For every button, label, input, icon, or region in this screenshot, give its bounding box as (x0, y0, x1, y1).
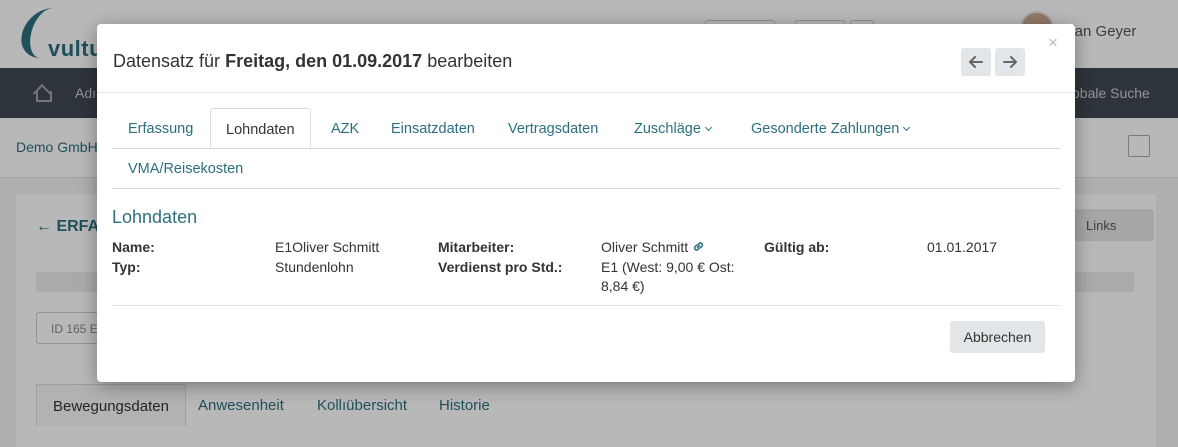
tab-label: Vertragsdaten (508, 121, 599, 137)
tab-erfassung[interactable]: Erfassung (128, 108, 193, 148)
edit-record-modal: Datensatz für Freitag, den 01.09.2017 be… (97, 24, 1075, 382)
verdienst-label: Verdienst pro Std.: (438, 259, 563, 275)
tab-divider (112, 148, 1061, 149)
typ-value: Stundenlohn (275, 259, 354, 275)
modal-header: Datensatz für Freitag, den 01.09.2017 be… (97, 24, 1075, 93)
modal-title-prefix: Datensatz für (113, 51, 221, 71)
tab-label: VMA/Reisekosten (128, 161, 244, 177)
tab-vertragsdaten[interactable]: Vertragsdaten (508, 108, 598, 148)
tab-label: Lohndaten (226, 122, 295, 138)
modal-title-suffix: bearbeiten (427, 51, 513, 71)
cancel-button[interactable]: Abbrechen (950, 321, 1045, 353)
tab-azk[interactable]: AZK (331, 108, 359, 148)
close-icon[interactable]: × (1048, 34, 1058, 51)
tab-einsatzdaten[interactable]: Einsatzdaten (391, 108, 475, 148)
tab-zuschlaege[interactable]: Zuschläge (634, 108, 712, 148)
tab-gesonderte-zahlungen[interactable]: Gesonderte Zahlungen (751, 108, 911, 148)
verdienst-value: E1 (West: 9,00 € Ost: 8,84 €) (601, 259, 735, 294)
chevron-down-icon (704, 123, 712, 132)
modal-title: Datensatz für Freitag, den 01.09.2017 be… (113, 51, 512, 72)
name-label: Name: (112, 239, 155, 255)
modal-title-date: Freitag, den 01.09.2017 (225, 51, 423, 71)
gueltig-label: Gültig ab: (764, 239, 830, 255)
arrow-left-icon (969, 56, 983, 68)
tab-label: Zuschläge (634, 121, 701, 137)
footer-divider (112, 305, 1061, 306)
section-title: Lohndaten (112, 207, 198, 227)
tab-label: Gesonderte Zahlungen (751, 121, 900, 137)
arrow-right-icon (1003, 56, 1017, 68)
next-record-button[interactable] (995, 48, 1025, 76)
typ-label: Typ: (112, 259, 141, 275)
modal-tabs: Erfassung Lohndaten AZK Einsatzdaten Ver… (112, 108, 1061, 189)
mitarbeiter-value[interactable]: Oliver Schmitt (601, 238, 705, 257)
tab-vma-reisekosten[interactable]: VMA/Reisekosten (128, 148, 243, 188)
tab-label: Einsatzdaten (391, 121, 475, 137)
previous-record-button[interactable] (961, 48, 991, 76)
tab-label: Erfassung (128, 121, 194, 137)
mitarbeiter-label: Mitarbeiter: (438, 239, 515, 255)
chevron-down-icon (903, 123, 911, 132)
gueltig-value: 01.01.2017 (927, 239, 998, 255)
link-icon[interactable] (692, 240, 705, 253)
mitarbeiter-name[interactable]: Oliver Schmitt (601, 239, 688, 255)
tab-lohndaten[interactable]: Lohndaten (210, 108, 311, 148)
name-value: E1Oliver Schmitt (275, 239, 380, 255)
tab-label: AZK (331, 121, 360, 137)
